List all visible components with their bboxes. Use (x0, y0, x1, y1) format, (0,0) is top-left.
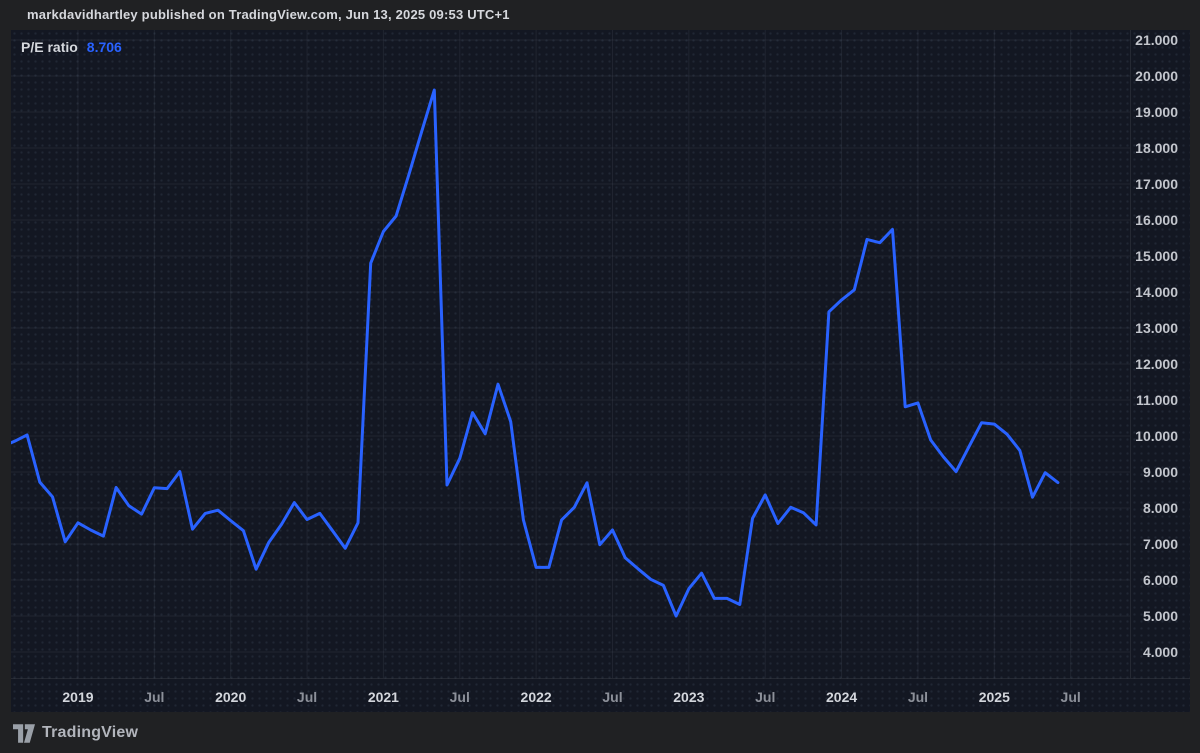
price-tick-label: 13.000 (1135, 319, 1178, 337)
time-tick-label: 2020 (215, 687, 246, 707)
tradingview-logo[interactable]: TradingView (13, 722, 138, 744)
price-tick-label: 6.000 (1143, 571, 1178, 589)
price-tick-label: 14.000 (1135, 283, 1178, 301)
time-tick-label: Jul (602, 687, 622, 707)
price-tick-label: 18.000 (1135, 139, 1178, 157)
time-tick-label: 2021 (368, 687, 399, 707)
tradingview-logo-icon (13, 724, 35, 743)
time-tick-label: Jul (450, 687, 470, 707)
vertical-gridlines (78, 30, 1071, 678)
pe-ratio-series-line[interactable] (11, 90, 1058, 616)
time-tick-label: Jul (297, 687, 317, 707)
time-tick-label: Jul (144, 687, 164, 707)
series-last-value: 8.706 (87, 39, 122, 55)
time-tick-label: 2019 (62, 687, 93, 707)
price-tick-label: 19.000 (1135, 103, 1178, 121)
tradingview-wordmark: TradingView (42, 724, 138, 742)
price-tick-label: 21.000 (1135, 31, 1178, 49)
header-attribution: markdavidhartley published on TradingVie… (27, 7, 510, 22)
chart-surface[interactable]: P/E ratio 8.706 21.000 20.000 19.000 18.000… (11, 30, 1190, 712)
price-tick-label: 17.000 (1135, 175, 1178, 193)
time-tick-label: Jul (1061, 687, 1081, 707)
price-tick-label: 16.000 (1135, 211, 1178, 229)
legend: P/E ratio 8.706 (21, 39, 122, 55)
time-tick-label: Jul (755, 687, 775, 707)
time-tick-label: 2025 (979, 687, 1010, 707)
price-tick-label: 15.000 (1135, 247, 1178, 265)
time-axis-separator (11, 678, 1190, 679)
price-tick-label: 5.000 (1143, 607, 1178, 625)
price-tick-label: 20.000 (1135, 67, 1178, 85)
price-tick-label: 10.000 (1135, 427, 1178, 445)
series-title: P/E ratio (21, 39, 78, 55)
price-tick-label: 11.000 (1136, 391, 1178, 409)
horizontal-gridlines (11, 40, 1130, 652)
time-tick-label: 2024 (826, 687, 857, 707)
price-tick-label: 9.000 (1143, 463, 1178, 481)
time-tick-label: 2023 (673, 687, 704, 707)
price-tick-label: 4.000 (1143, 643, 1178, 661)
tradingview-snapshot: { "header": { "attribution": "markdavidh… (0, 0, 1200, 753)
time-tick-label: Jul (908, 687, 928, 707)
price-axis-separator (1130, 30, 1131, 678)
price-tick-label: 7.000 (1143, 535, 1178, 553)
time-tick-label: 2022 (521, 687, 552, 707)
price-tick-label: 12.000 (1135, 355, 1178, 373)
price-tick-label: 8.000 (1143, 499, 1178, 517)
chart-canvas[interactable] (11, 30, 1190, 712)
